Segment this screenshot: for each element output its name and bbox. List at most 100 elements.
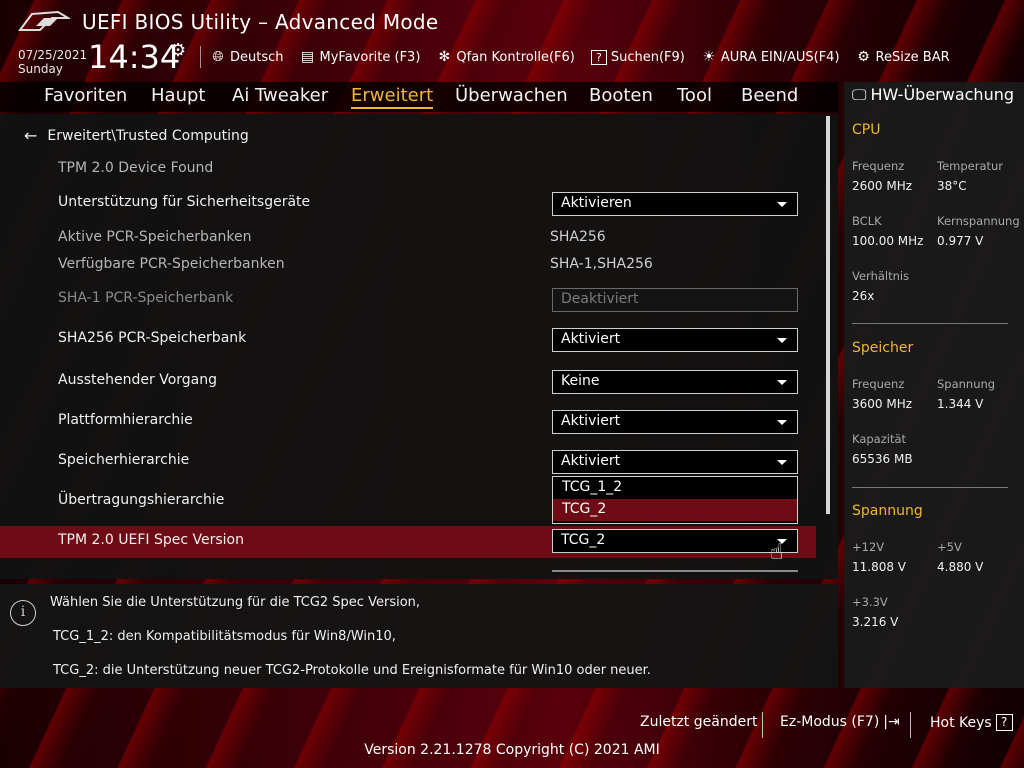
mem-freq-label: Frequenz bbox=[852, 377, 905, 391]
endorsement-hier-label: Übertragungshierarchie bbox=[58, 492, 225, 508]
tpm-device-found: TPM 2.0 Device Found bbox=[58, 160, 214, 176]
sha1-bank-label: SHA-1 PCR-Speicherbank bbox=[58, 290, 234, 306]
sha1-bank-dropdown: Deaktiviert bbox=[552, 288, 798, 312]
clock: 14:34 bbox=[88, 38, 181, 76]
language-label: Deutsch bbox=[230, 49, 284, 65]
info-icon: i bbox=[10, 600, 36, 626]
caret-down-icon bbox=[777, 420, 787, 425]
ratio-label: Verhältnis bbox=[852, 269, 910, 283]
caret-down-icon bbox=[777, 202, 787, 207]
mem-volt-value: 1.344 V bbox=[937, 397, 984, 411]
breadcrumb[interactable]: ← Erweitert\Trusted Computing bbox=[24, 126, 249, 145]
v5-value: 4.880 V bbox=[937, 560, 984, 574]
caret-down-icon bbox=[777, 338, 787, 343]
v33-value: 3.216 V bbox=[852, 615, 899, 629]
aura-icon: ☀︎ bbox=[702, 49, 716, 65]
sha256-bank-dropdown[interactable]: Aktiviert bbox=[552, 328, 798, 352]
spec-version-dropdown[interactable]: TCG_2 bbox=[552, 529, 798, 553]
caret-down-icon bbox=[777, 460, 787, 465]
security-support-dropdown[interactable]: Aktivieren bbox=[552, 192, 798, 216]
spec-version-value: TCG_2 bbox=[561, 532, 606, 548]
divider bbox=[762, 712, 763, 738]
active-pcr-value: SHA256 bbox=[550, 229, 606, 245]
ez-mode-label: Ez-Modus (F7) bbox=[780, 714, 880, 730]
footer: Zuletzt geändert Ez-Modus (F7) |⇥ Hot Ke… bbox=[0, 700, 1024, 768]
back-arrow-icon[interactable]: ← bbox=[24, 126, 37, 145]
caret-down-icon bbox=[777, 380, 787, 385]
bclk-value: 100.00 MHz bbox=[852, 234, 924, 248]
divider bbox=[910, 712, 911, 738]
tab-favoriten[interactable]: Favoriten bbox=[44, 85, 127, 106]
cpu-section-title: CPU bbox=[852, 122, 881, 138]
help-question-icon: ? bbox=[995, 714, 1013, 731]
breadcrumb-text: Erweitert\Trusted Computing bbox=[47, 127, 249, 144]
cpu-freq-label: Frequenz bbox=[852, 159, 905, 173]
search-button[interactable]: ? Suchen(F9) bbox=[590, 49, 685, 65]
option-tcg-1-2[interactable]: TCG_1_2 bbox=[553, 477, 797, 499]
help-line-2: TCG_1_2: den Kompatibilitätsmodus für Wi… bbox=[53, 629, 396, 644]
help-panel: i Wählen Sie die Unterstützung für die T… bbox=[0, 584, 838, 688]
resize-bar-icon: ⚙ bbox=[857, 49, 870, 65]
gear-icon[interactable]: ⚙ bbox=[170, 40, 186, 61]
tab-booten[interactable]: Booten bbox=[589, 85, 653, 106]
tab-beend[interactable]: Beend bbox=[741, 85, 798, 106]
qfan-button[interactable]: ✻ Qfan Kontrolle(F6) bbox=[436, 49, 575, 65]
spec-version-options: TCG_1_2 TCG_2 bbox=[552, 476, 798, 524]
divider bbox=[852, 487, 1008, 488]
last-changed-button[interactable]: Zuletzt geändert bbox=[640, 714, 757, 730]
qfan-label: Qfan Kontrolle(F6) bbox=[456, 49, 575, 65]
memory-section-title: Speicher bbox=[852, 340, 914, 356]
myfavorite-button[interactable]: ▤ MyFavorite (F3) bbox=[300, 49, 421, 65]
option-tcg-2[interactable]: TCG_2 bbox=[553, 499, 797, 521]
tab-ai-tweaker[interactable]: Ai Tweaker bbox=[232, 85, 328, 106]
tab-ueberwachen[interactable]: Überwachen bbox=[455, 85, 568, 106]
resize-bar-label: ReSize BAR bbox=[875, 49, 950, 65]
ez-mode-button[interactable]: Ez-Modus (F7) |⇥ bbox=[780, 714, 900, 730]
date-block: 07/25/2021 Sunday bbox=[18, 48, 87, 76]
mem-freq-value: 3600 MHz bbox=[852, 397, 913, 411]
next-dropdown-edge bbox=[552, 570, 798, 572]
ratio-value: 26x bbox=[852, 289, 875, 303]
sha1-bank-value: Deaktiviert bbox=[561, 291, 639, 307]
myfavorite-label: MyFavorite (F3) bbox=[319, 49, 421, 65]
core-voltage-label: Kernspannung bbox=[937, 214, 1020, 228]
platform-hier-dropdown[interactable]: Aktiviert bbox=[552, 410, 798, 434]
resize-bar-button[interactable]: ⚙ ReSize BAR bbox=[856, 49, 950, 65]
v5-label: +5V bbox=[937, 540, 962, 554]
v12-label: +12V bbox=[852, 540, 885, 554]
hot-keys-button[interactable]: Hot Keys ? bbox=[930, 714, 1013, 731]
storage-hier-value: Aktiviert bbox=[561, 453, 621, 469]
available-pcr-label: Verfügbare PCR-Speicherbanken bbox=[58, 256, 285, 272]
security-support-value: Aktivieren bbox=[561, 195, 632, 211]
toolbar: 🌐︎ Deutsch ▤ MyFavorite (F3) ✻ Qfan Kont… bbox=[210, 46, 950, 68]
myfavorite-icon: ▤ bbox=[300, 49, 315, 65]
v33-label: +3.3V bbox=[852, 595, 888, 609]
language-button[interactable]: 🌐︎ Deutsch bbox=[210, 49, 284, 65]
mem-cap-value: 65536 MB bbox=[852, 452, 913, 466]
exit-arrow-icon: |⇥ bbox=[883, 714, 900, 730]
rog-logo-icon bbox=[18, 10, 70, 31]
search-help-icon: ? bbox=[590, 49, 607, 65]
scrollbar[interactable] bbox=[826, 116, 830, 514]
sha256-bank-label: SHA256 PCR-Speicherbank bbox=[58, 330, 247, 346]
storage-hier-dropdown[interactable]: Aktiviert bbox=[552, 450, 798, 474]
divider bbox=[852, 323, 1008, 324]
pending-op-value: Keine bbox=[561, 373, 600, 389]
globe-icon: 🌐︎ bbox=[212, 49, 224, 65]
pending-op-dropdown[interactable]: Keine bbox=[552, 370, 798, 394]
available-pcr-value: SHA-1,SHA256 bbox=[550, 256, 653, 272]
spec-version-label: TPM 2.0 UEFI Spec Version bbox=[58, 532, 244, 548]
last-changed-label: Zuletzt geändert bbox=[640, 714, 758, 730]
tab-tool[interactable]: Tool bbox=[677, 85, 712, 106]
v12-value: 11.808 V bbox=[852, 560, 907, 574]
version-text: Version 2.21.1278 Copyright (C) 2021 AMI bbox=[364, 742, 660, 758]
tab-erweitert[interactable]: Erweitert bbox=[351, 85, 434, 109]
day-text: Sunday bbox=[18, 62, 63, 76]
bclk-label: BCLK bbox=[852, 214, 882, 228]
tab-haupt[interactable]: Haupt bbox=[151, 85, 205, 106]
help-line-1: Wählen Sie die Unterstützung für die TCG… bbox=[50, 595, 421, 610]
aura-button[interactable]: ☀︎ AURA EIN/AUS(F4) bbox=[701, 49, 840, 65]
date-text: 07/25/2021 bbox=[18, 48, 88, 62]
platform-hier-label: Plattformhierarchie bbox=[58, 412, 193, 428]
cpu-temp-value: 38°C bbox=[937, 179, 967, 193]
